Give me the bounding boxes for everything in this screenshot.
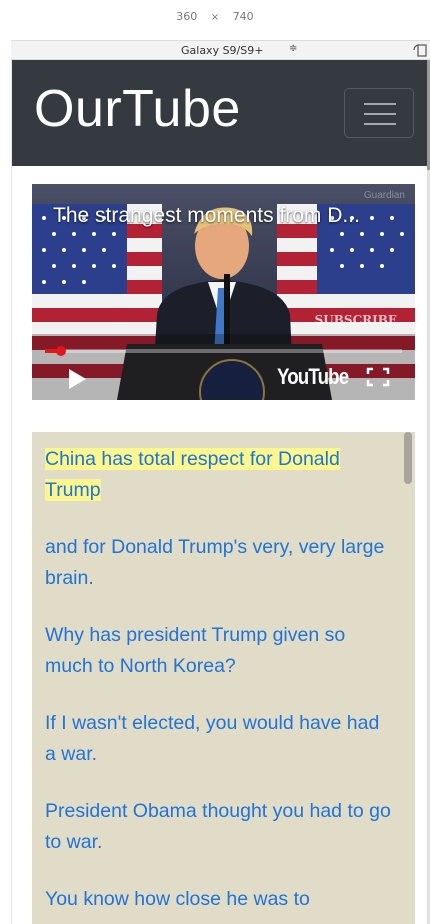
video-player[interactable]: The strangest moments from D... Guardian…: [32, 184, 415, 400]
rotate-icon[interactable]: [412, 41, 430, 59]
transcript-line-text: China has total respect for Donald Trump: [45, 448, 340, 501]
device-selector[interactable]: Galaxy S9/S9+: [181, 44, 263, 57]
transcript-line[interactable]: You know how close he was to: [45, 884, 395, 915]
times-sign: ×: [210, 12, 220, 23]
subscribe-watermark[interactable]: SUBSCRIBE: [315, 313, 397, 327]
width-value[interactable]: 360: [176, 10, 197, 23]
transcript-line[interactable]: and for Donald Trump's very, very large …: [45, 532, 395, 594]
youtube-logo[interactable]: YouTube: [277, 364, 349, 390]
device-toolbar: Galaxy S9/S9+ ≑: [11, 40, 430, 60]
navbar: OurTube: [12, 60, 430, 166]
transcript-line[interactable]: If I wasn't elected, you would have had …: [45, 708, 395, 770]
brand-logo[interactable]: OurTube: [34, 79, 241, 139]
height-value[interactable]: 740: [233, 10, 254, 23]
hamburger-icon-bar: [364, 113, 396, 115]
scrubber-handle[interactable]: [56, 346, 67, 356]
emulated-viewport: OurTube The strangest moments from D... …: [11, 60, 430, 924]
hamburger-icon-bar: [364, 123, 396, 125]
transcript-line[interactable]: President Obama thought you had to go to…: [45, 796, 395, 858]
play-icon[interactable]: [69, 369, 86, 389]
hamburger-icon: [364, 103, 396, 105]
video-title[interactable]: The strangest moments from D...: [53, 204, 360, 228]
transcript-scrollbar[interactable]: [404, 432, 412, 484]
channel-watermark: Guardian: [363, 190, 405, 201]
fullscreen-icon[interactable]: [366, 367, 390, 387]
menu-toggle-button[interactable]: [344, 88, 414, 138]
transcript-panel[interactable]: China has total respect for Donald Trump…: [32, 432, 415, 924]
transcript-line[interactable]: Why has president Trump given so much to…: [45, 620, 395, 682]
progress-bar[interactable]: [45, 346, 402, 356]
device-dimensions: 360 × 740: [0, 10, 430, 23]
transcript-line[interactable]: China has total respect for Donald Trump: [45, 444, 395, 506]
device-selector-arrows[interactable]: ≑: [289, 43, 297, 54]
